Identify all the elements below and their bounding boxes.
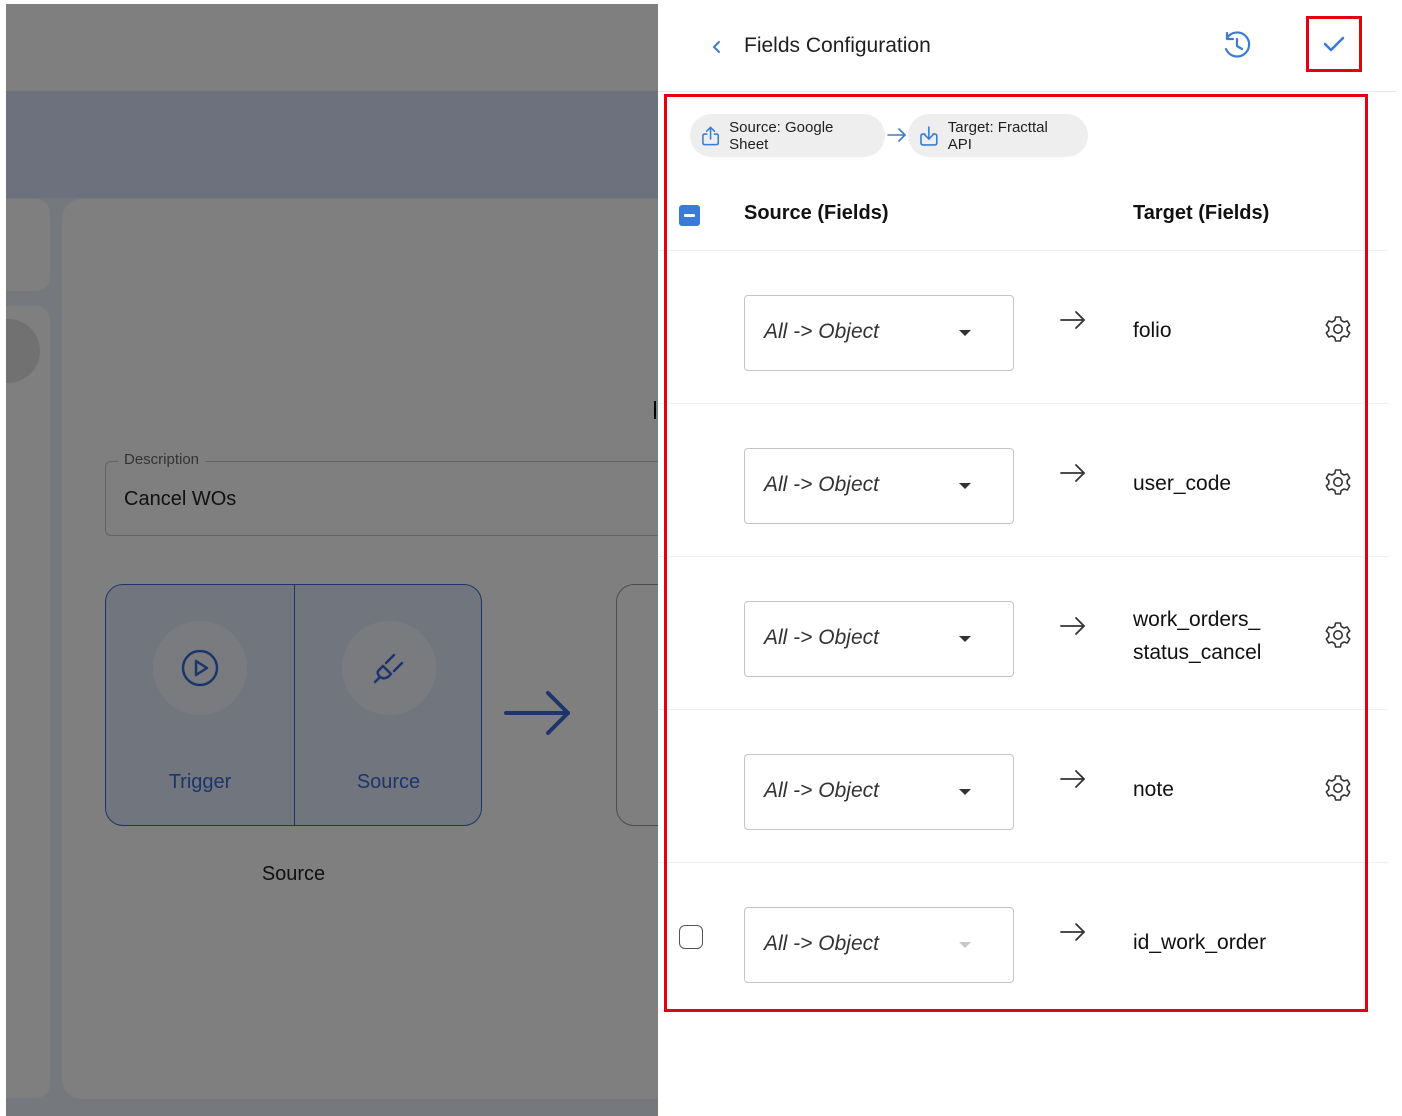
back-button[interactable] [706, 36, 728, 58]
drawer-title: Fields Configuration [744, 34, 931, 57]
drawer-header: Fields Configuration [658, 0, 1396, 92]
save-button[interactable] [1306, 16, 1362, 72]
background-app: Description Cancel WOs Trigger [6, 4, 658, 1116]
check-icon [1323, 36, 1345, 52]
fields-configuration-drawer: Fields Configuration Source: Google Shee… [658, 0, 1402, 1116]
modal-overlay[interactable] [6, 4, 658, 1116]
highlight-annotation [664, 94, 1368, 1012]
history-icon [1224, 31, 1251, 58]
history-button[interactable] [1220, 28, 1254, 62]
chevron-left-icon [713, 41, 720, 53]
